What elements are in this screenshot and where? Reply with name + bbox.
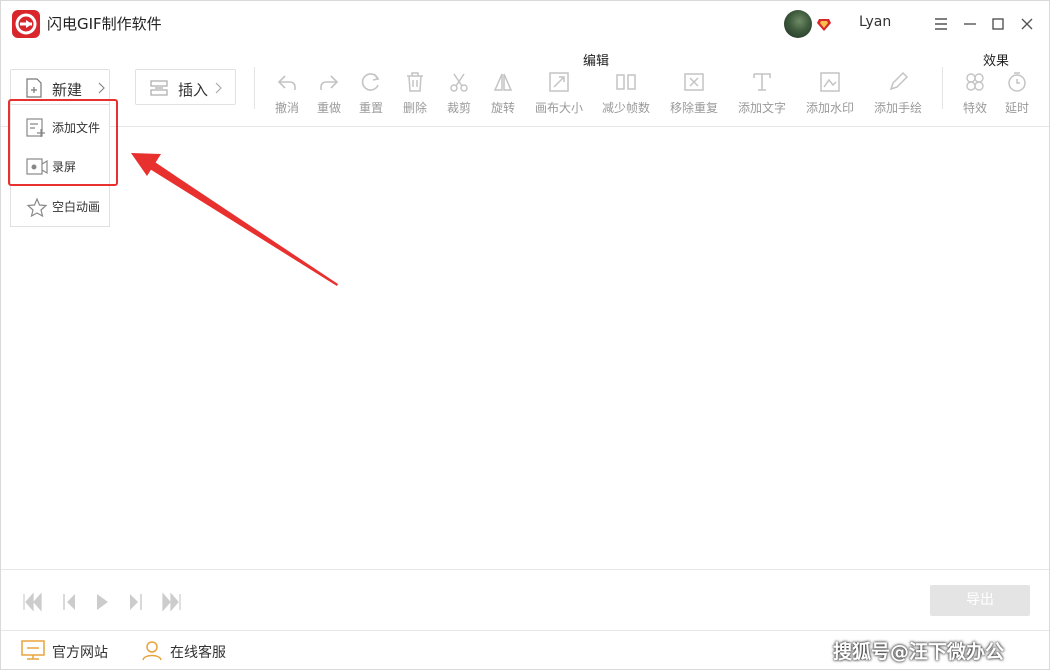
minimize-icon[interactable]	[961, 15, 979, 33]
delay-button[interactable]: 延时	[987, 71, 1047, 117]
insert-icon	[150, 80, 168, 96]
playback-bar: 导出	[1, 569, 1049, 631]
text-icon	[753, 73, 771, 91]
vip-diamond-icon	[817, 19, 831, 31]
footer: 官方网站 在线客服 搜狐号@汪下微办公	[1, 630, 1049, 670]
toolbar-divider	[254, 67, 255, 109]
export-button[interactable]: 导出	[930, 585, 1030, 616]
rotate-button[interactable]: 旋转	[473, 71, 533, 117]
pen-icon	[889, 71, 909, 91]
highlight-annotation-box	[8, 99, 118, 186]
watermark-icon	[820, 72, 840, 92]
next-frame-icon[interactable]	[124, 591, 146, 613]
tool-label: 移除重复	[669, 101, 718, 115]
edit-group-title: 编辑	[583, 54, 610, 69]
new-file-icon	[26, 78, 42, 98]
effects-icon	[966, 73, 984, 91]
tool-label: 画布大小	[534, 101, 583, 115]
insert-button[interactable]: 插入	[135, 69, 236, 105]
scissors-icon	[450, 73, 468, 92]
maximize-icon[interactable]	[989, 15, 1007, 33]
menu-item-blank-animation[interactable]: 空白动画	[11, 189, 109, 223]
customer-service-icon	[142, 641, 162, 661]
reset-icon	[361, 73, 380, 91]
insert-label: 插入	[178, 81, 209, 99]
tool-label: 减少帧数	[601, 101, 650, 115]
menu-item-label: 空白动画	[52, 200, 101, 214]
monitor-icon	[21, 640, 45, 660]
resize-icon	[549, 72, 569, 92]
username[interactable]: Lyan	[859, 14, 891, 30]
flip-icon	[493, 73, 513, 91]
app-title: 闪电GIF制作软件	[47, 15, 162, 33]
toolbar-divider	[942, 67, 943, 109]
timer-icon	[1008, 72, 1026, 92]
play-icon[interactable]	[91, 591, 113, 613]
source-watermark: 搜狐号@汪下微办公	[833, 641, 1005, 663]
title-bar: 闪电GIF制作软件 Lyan	[1, 1, 1049, 47]
avatar[interactable]	[784, 10, 812, 38]
previous-frame-icon[interactable]	[59, 591, 81, 613]
trash-icon	[407, 72, 423, 92]
chevron-right-icon	[98, 82, 105, 94]
blank-animation-icon	[26, 197, 48, 217]
remove-duplicate-button[interactable]: 移除重复	[664, 71, 724, 117]
undo-icon	[277, 75, 296, 90]
first-frame-icon[interactable]	[21, 591, 43, 613]
tool-label: 添加文字	[737, 101, 786, 115]
canvas-size-button[interactable]: 画布大小	[529, 71, 589, 117]
add-drawing-button[interactable]: 添加手绘	[868, 71, 928, 117]
remove-duplicate-icon	[684, 73, 704, 91]
app-logo-icon	[12, 10, 40, 38]
frames-icon	[616, 74, 636, 90]
app-window: 闪电GIF制作软件 Lyan 新建 插入 编辑 效果 撤消 重做 重置 删除 裁…	[0, 0, 1050, 670]
toolbar: 新建 插入 编辑 效果 撤消 重做 重置 删除 裁剪 旋转 画布大小 减少帧数 …	[1, 47, 1049, 127]
close-icon[interactable]	[1018, 15, 1036, 33]
add-text-button[interactable]: 添加文字	[732, 71, 792, 117]
official-website-link[interactable]: 官方网站	[52, 642, 108, 662]
tool-label: 添加手绘	[873, 101, 922, 115]
reduce-frames-button[interactable]: 减少帧数	[596, 71, 656, 117]
chevron-right-icon	[215, 82, 222, 94]
last-frame-icon[interactable]	[161, 591, 183, 613]
tool-label: 添加水印	[805, 101, 854, 115]
tool-label: 延时	[1004, 101, 1029, 115]
online-support-link[interactable]: 在线客服	[170, 642, 226, 662]
effect-group-title: 效果	[983, 54, 1010, 69]
new-label: 新建	[52, 81, 83, 99]
tool-label: 旋转	[490, 101, 515, 115]
add-watermark-button[interactable]: 添加水印	[800, 71, 860, 117]
redo-icon	[320, 75, 339, 90]
menu-icon[interactable]	[932, 15, 950, 33]
